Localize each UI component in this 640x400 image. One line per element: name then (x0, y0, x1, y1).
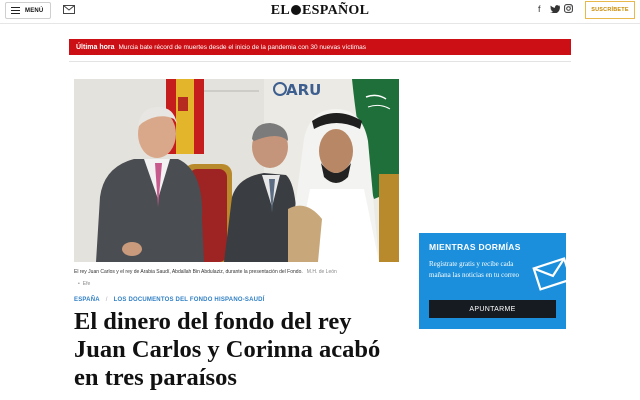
instagram-icon[interactable] (564, 4, 573, 13)
breaking-news-link[interactable]: Murcia bate récord de muertes desde el i… (119, 44, 367, 51)
section-separator: / (105, 297, 108, 303)
topic-link[interactable]: LOS DOCUMENTOS DEL FONDO HISPANO-SAUDÍ (114, 297, 265, 303)
site-logo[interactable]: EL ESPAÑOL (0, 3, 640, 19)
article-headline[interactable]: El dinero del fondo del rey Juan Carlos … (74, 308, 404, 392)
envelope-icon (532, 257, 566, 291)
twitter-icon[interactable] (550, 5, 560, 13)
newsletter-text: Regístrate gratis y recibe cada mañana l… (429, 260, 519, 279)
facebook-icon[interactable]: f (538, 4, 541, 14)
photo-caption-text: El rey Juan Carlos y el rey de Arabia Sa… (74, 269, 303, 275)
breaking-news-bar[interactable]: Última hora Murcia bate récord de muerte… (69, 39, 571, 55)
backdrop-logo-text: ARU (286, 81, 321, 99)
photo-credit: M.H. de León (306, 269, 337, 275)
logo-text-right: ESPAÑOL (302, 3, 370, 18)
photo-source: Efe (78, 281, 91, 287)
subscribe-button[interactable]: SUSCRÍBETE (585, 1, 635, 19)
newsletter-title: MIENTRAS DORMÍAS (429, 242, 521, 252)
section-breadcrumb: ESPAÑA / LOS DOCUMENTOS DEL FONDO HISPANO-… (74, 297, 265, 303)
logo-mark-icon (291, 5, 302, 15)
breaking-news-label: Última hora (76, 43, 115, 51)
newsletter-signup-button[interactable]: APUNTARME (429, 300, 556, 318)
newsletter-box[interactable]: MIENTRAS DORMÍAS Regístrate gratis y rec… (419, 233, 566, 329)
logo-text-left: EL (270, 3, 291, 18)
site-header: MENÚ EL ESPAÑOL f SUSCRÍBETE (0, 0, 640, 24)
section-link-espana[interactable]: ESPAÑA (74, 297, 100, 303)
article-photo[interactable]: ARU (74, 79, 399, 262)
photo-caption: El rey Juan Carlos y el rey de Arabia Sa… (74, 269, 337, 275)
photo-illustration: ARU (74, 79, 399, 262)
divider (69, 61, 571, 62)
